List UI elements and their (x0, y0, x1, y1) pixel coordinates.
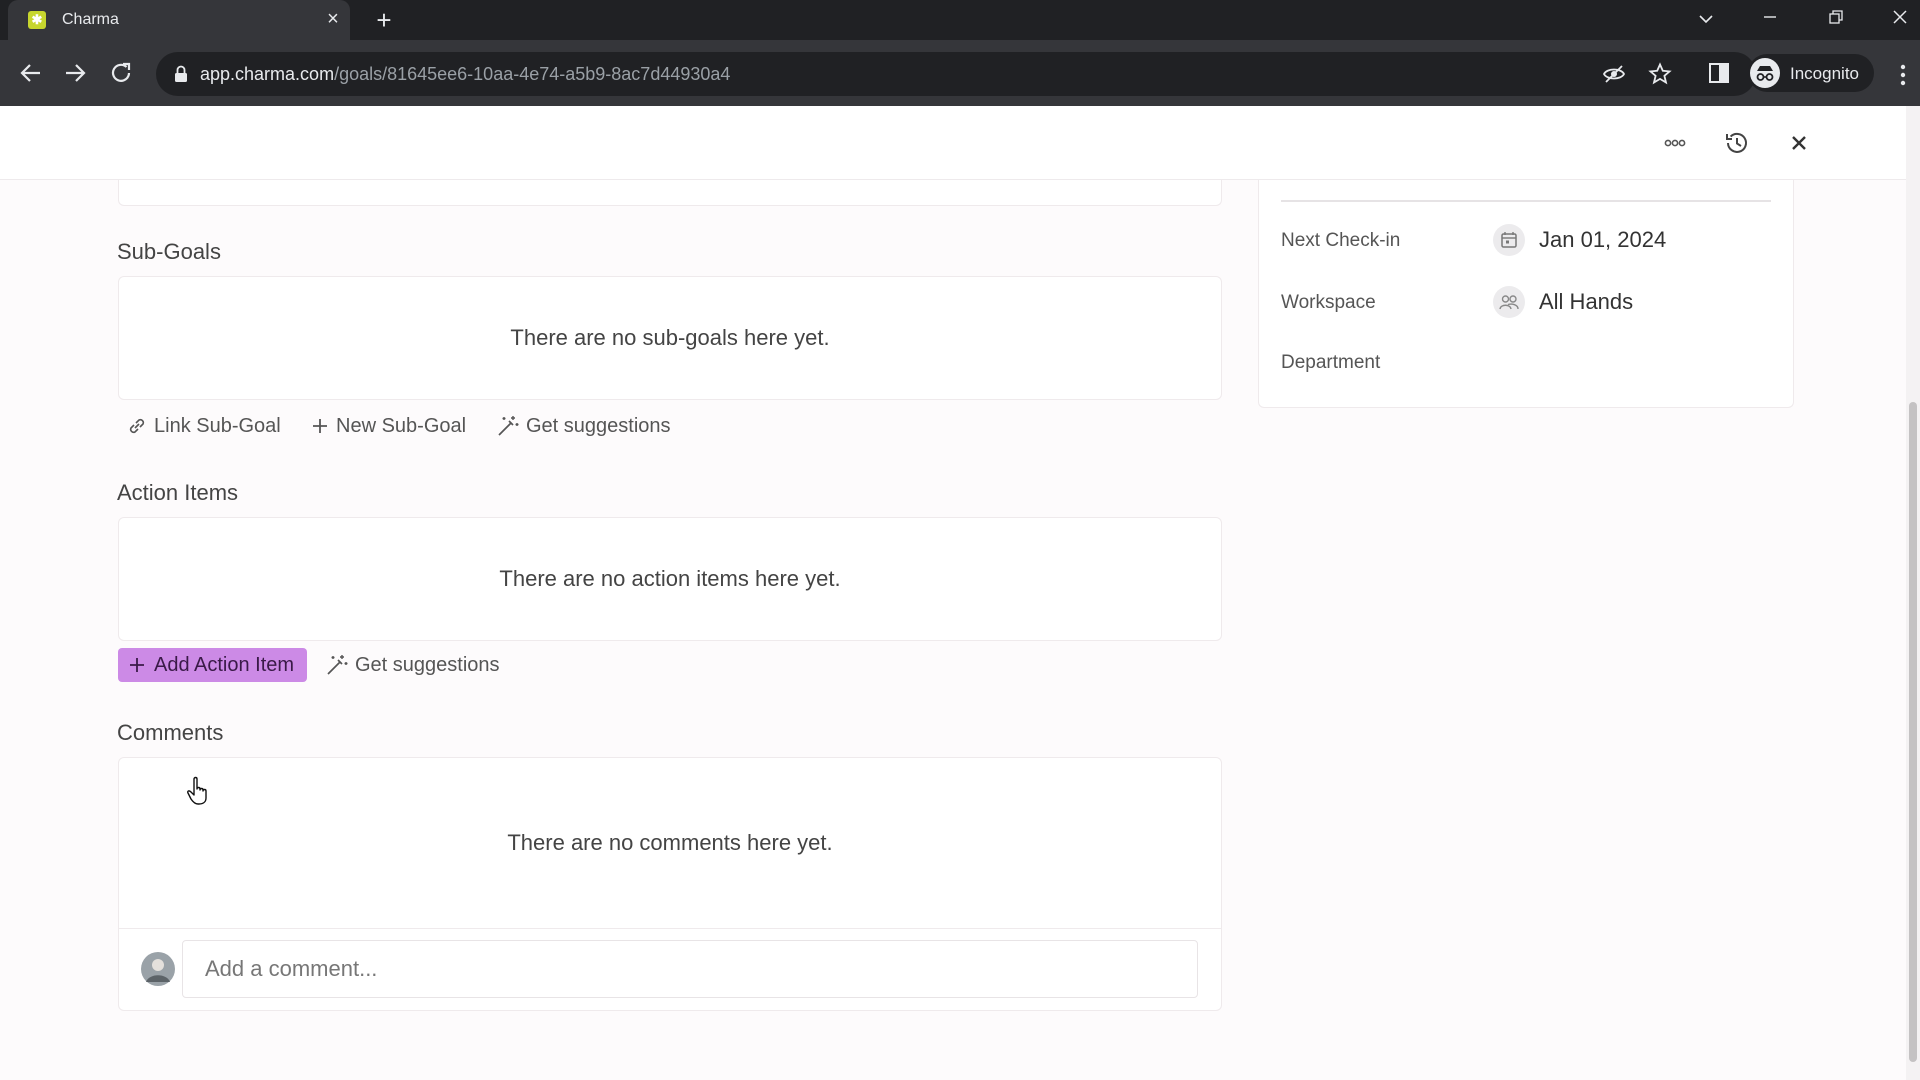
minimize-icon[interactable] (1754, 4, 1786, 32)
page-scrollbar[interactable] (1906, 106, 1920, 1080)
url-text[interactable]: app.charma.com/goals/81645ee6-10aa-4e74-… (200, 64, 730, 85)
calendar-icon (1493, 224, 1525, 256)
group-icon (1493, 286, 1525, 318)
comments-divider (119, 928, 1221, 929)
subgoals-suggestions-button[interactable]: Get suggestions (496, 411, 671, 441)
magic-wand-icon (327, 655, 348, 675)
subgoals-empty-text: There are no sub-goals here yet. (510, 325, 830, 350)
incognito-badge[interactable]: Incognito (1748, 54, 1874, 92)
properties-divider (1281, 200, 1771, 202)
goal-detail-page: Sub-Goals There are no sub-goals here ye… (0, 106, 1920, 1080)
plus-icon (313, 419, 327, 433)
browser-tab-bar: ✱ Charma × + (0, 0, 1920, 40)
side-panel-icon[interactable] (1702, 56, 1736, 90)
history-icon[interactable] (1722, 128, 1752, 158)
action-items-suggestions-button[interactable]: Get suggestions (325, 650, 500, 680)
next-checkin-value[interactable]: Jan 01, 2024 (1539, 227, 1666, 253)
window-close-icon[interactable] (1884, 4, 1916, 32)
browser-toolbar: app.charma.com/goals/81645ee6-10aa-4e74-… (0, 40, 1920, 106)
department-label: Department (1281, 352, 1381, 373)
new-subgoal-button[interactable]: New Sub-Goal (310, 411, 466, 441)
comments-empty-text: There are no comments here yet. (507, 830, 833, 855)
goal-properties-card: Next Check-in Jan 01, 2024 Workspace All… (1258, 180, 1794, 408)
comments-heading: Comments (117, 720, 224, 745)
next-checkin-label: Next Check-in (1281, 230, 1401, 251)
user-avatar (140, 951, 176, 992)
action-items-heading: Action Items (117, 480, 239, 505)
address-bar[interactable]: app.charma.com/goals/81645ee6-10aa-4e74-… (156, 52, 1756, 96)
reload-icon[interactable] (104, 56, 138, 90)
subgoals-heading: Sub-Goals (117, 239, 221, 264)
action-items-card: There are no action items here yet. (118, 517, 1222, 641)
plus-icon (130, 658, 144, 672)
eye-slash-icon[interactable] (1602, 62, 1626, 86)
magic-wand-icon (498, 416, 519, 436)
new-subgoal-label: New Sub-Goal (336, 414, 467, 437)
lock-icon[interactable] (174, 65, 188, 83)
subgoals-suggestions-label: Get suggestions (526, 414, 671, 437)
new-tab-icon[interactable]: + (370, 6, 398, 34)
scrollbar-thumb[interactable] (1909, 402, 1917, 1062)
charma-favicon-icon: ✱ (28, 11, 46, 29)
tab-close-icon[interactable]: × (322, 8, 344, 30)
tab-title: Charma (62, 11, 119, 28)
forward-arrow-icon[interactable] (58, 56, 92, 90)
add-comment-input[interactable] (182, 940, 1198, 998)
more-options-icon[interactable] (1660, 128, 1690, 158)
add-action-item-label: Add Action Item (154, 653, 295, 676)
star-icon[interactable] (1648, 62, 1672, 86)
tab-search-icon[interactable] (1690, 4, 1722, 32)
incognito-label: Incognito (1790, 64, 1859, 83)
action-items-empty-text: There are no action items here yet. (499, 566, 841, 591)
restore-icon[interactable] (1820, 4, 1852, 32)
browser-tab[interactable]: ✱ Charma × (8, 0, 350, 40)
close-panel-icon[interactable] (1784, 128, 1814, 158)
url-path: /goals/81645ee6-10aa-4e74-a5b9-8ac7d4493… (334, 64, 731, 84)
link-subgoal-label: Link Sub-Goal (154, 414, 281, 437)
back-arrow-icon[interactable] (14, 56, 48, 90)
subgoals-card: There are no sub-goals here yet. (118, 276, 1222, 400)
hand-cursor-icon (186, 776, 212, 811)
previous-section-card (118, 180, 1222, 206)
action-items-suggestions-label: Get suggestions (355, 653, 500, 676)
workspace-value[interactable]: All Hands (1539, 289, 1633, 315)
add-action-item-button[interactable]: Add Action Item (118, 648, 307, 682)
workspace-label: Workspace (1281, 292, 1376, 313)
browser-menu-icon[interactable] (1896, 60, 1910, 90)
incognito-icon (1750, 58, 1780, 88)
goal-panel-header (0, 106, 1906, 180)
url-host: app.charma.com (200, 64, 335, 84)
link-icon (129, 418, 145, 434)
link-subgoal-button[interactable]: Link Sub-Goal (126, 411, 281, 441)
